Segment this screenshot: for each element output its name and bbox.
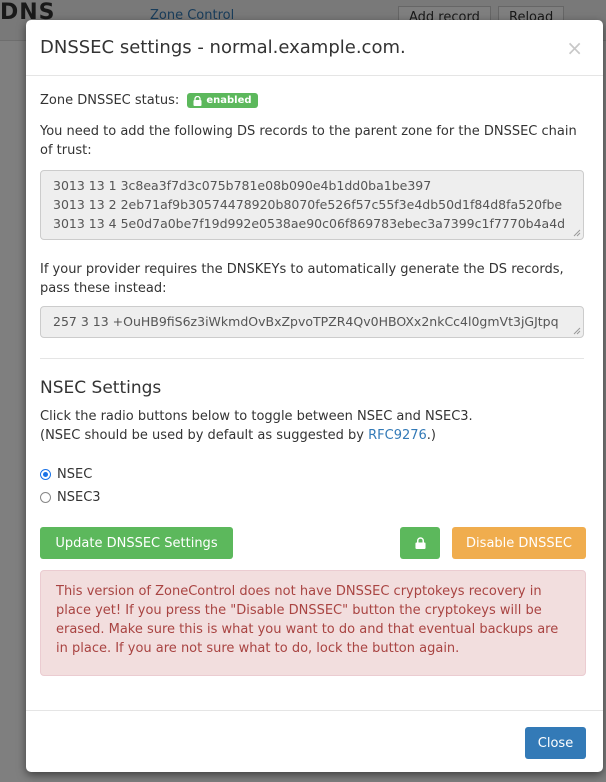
modal-footer: Close xyxy=(26,710,603,772)
update-dnssec-settings-button[interactable]: Update DNSSEC Settings xyxy=(40,527,233,559)
resize-grip-icon[interactable] xyxy=(573,229,581,237)
lock-toggle-button[interactable] xyxy=(400,527,440,559)
ds-record-line: 3013 13 2 2eb71af9b30574478920b8070fe526… xyxy=(53,197,563,212)
ds-record-line: 3013 13 1 3c8ea3f7d3c075b781e08b090e4b1d… xyxy=(53,178,432,193)
disable-dnssec-button[interactable]: Disable DNSSEC xyxy=(452,527,586,559)
close-icon[interactable]: × xyxy=(566,36,583,60)
dnssec-settings-modal: DNSSEC settings - normal.example.com. × … xyxy=(26,20,603,772)
nsec-help-line1: Click the radio buttons below to toggle … xyxy=(40,409,473,424)
rfc9276-link[interactable]: RFC9276 xyxy=(368,428,427,443)
nsec3-radio-label[interactable]: NSEC3 xyxy=(57,490,101,505)
dnssec-status-row: Zone DNSSEC status: enabled xyxy=(40,93,258,108)
nsec-help-line2-post: .) xyxy=(426,428,437,443)
dnskey-textarea[interactable]: 257 3 13 +OuHB9fiS6z3iWkmdOvBxZpvoTPZR4Q… xyxy=(40,306,584,338)
ds-intro-text: You need to add the following DS records… xyxy=(40,124,577,158)
nsec-radio[interactable] xyxy=(40,469,51,480)
status-badge-text: enabled xyxy=(206,95,252,106)
nsec-help-line2-pre: (NSEC should be used by default as sugge… xyxy=(40,428,369,443)
modal-title: DNSSEC settings - normal.example.com. xyxy=(40,37,406,58)
ds-records-textarea[interactable]: 3013 13 1 3c8ea3f7d3c075b781e08b090e4b1d… xyxy=(40,170,584,240)
nsec3-radio[interactable] xyxy=(40,492,51,503)
dnskey-intro-text: If your provider requires the DNSKEYs to… xyxy=(40,262,564,296)
lock-icon xyxy=(193,95,202,106)
nsec-help-text: Click the radio buttons below to toggle … xyxy=(40,407,590,445)
ds-record-line: 3013 13 4 5e0d7a0be7f19d992e0538ae90c06f… xyxy=(53,216,566,231)
section-divider xyxy=(40,358,584,359)
nsec-radio-label[interactable]: NSEC xyxy=(57,467,92,482)
nsec3-radio-option[interactable]: NSEC3 xyxy=(40,490,101,505)
close-button[interactable]: Close xyxy=(525,727,586,759)
dnskey-record-line: 257 3 13 +OuHB9fiS6z3iWkmdOvBxZpvoTPZR4Q… xyxy=(53,314,559,329)
dnssec-status-label: Zone DNSSEC status: xyxy=(40,93,180,108)
recovery-warning-alert: This version of ZoneControl does not hav… xyxy=(40,570,586,676)
lock-icon xyxy=(414,537,426,549)
nsec-settings-heading: NSEC Settings xyxy=(40,378,162,398)
status-badge: enabled xyxy=(187,93,258,108)
modal-header: DNSSEC settings - normal.example.com. × xyxy=(26,20,603,76)
resize-grip-icon[interactable] xyxy=(573,327,581,335)
nsec-radio-option[interactable]: NSEC xyxy=(40,467,92,482)
